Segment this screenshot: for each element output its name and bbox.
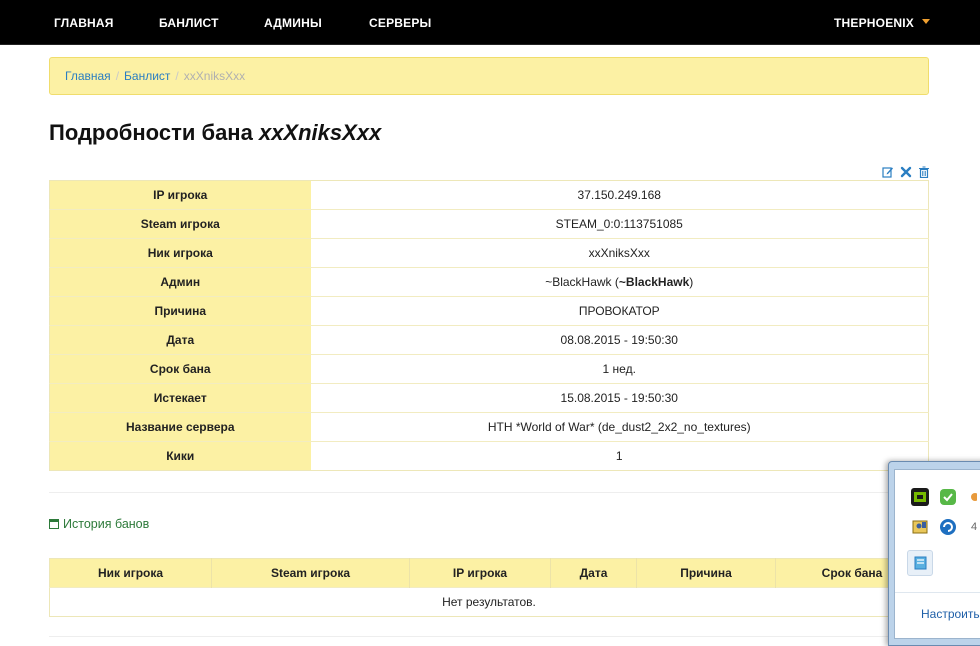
tray-customize-link[interactable]: Настроить... xyxy=(921,607,980,621)
user-name: THEPHOENIX xyxy=(834,16,915,30)
admin-name-bold: ~BlackHawk xyxy=(618,275,690,289)
ban-actions xyxy=(882,166,930,180)
calendar-icon xyxy=(49,519,59,529)
label-nick: Ник игрока xyxy=(49,238,311,268)
value-date: 08.08.2015 - 19:50:30 xyxy=(310,325,929,355)
page-title: Подробности бана xxXniksXxx xyxy=(49,120,381,146)
nav-admins[interactable]: АДМИНЫ xyxy=(264,0,322,45)
column-date[interactable]: Дата xyxy=(550,558,637,588)
notes-icon[interactable] xyxy=(907,550,933,576)
page-title-name: xxXniksXxx xyxy=(258,120,382,145)
page-title-prefix: Подробности бана xyxy=(49,120,253,145)
value-ip: 37.150.249.168 xyxy=(577,188,661,202)
user-card-icon[interactable] xyxy=(911,518,929,536)
caret-down-icon xyxy=(922,19,931,25)
refresh-icon[interactable] xyxy=(939,518,957,536)
column-nick[interactable]: Ник игрока xyxy=(49,558,212,588)
value-server: HTH *World of War* (de_dust2_2x2_no_text… xyxy=(310,412,929,442)
value-duration: 1 нед. xyxy=(310,354,929,384)
breadcrumb-current: xxXniksXxx xyxy=(183,69,246,83)
system-tray-popup: 4 Настроить... xyxy=(888,461,980,646)
ban-history-table: Ник игрока Steam игрока IP игрока Дата П… xyxy=(49,558,929,617)
nav-servers[interactable]: СЕРВЕРЫ xyxy=(369,0,432,45)
table-row: Кики 1 xyxy=(49,441,929,471)
table-row: Название сервера HTH *World of War* (de_d… xyxy=(49,412,929,442)
user-menu[interactable]: THEPHOENIX xyxy=(834,0,931,45)
table-row: Дата 08.08.2015 - 19:50:30 xyxy=(49,325,929,355)
value-steam: STEAM_0:0:113751085 xyxy=(310,209,929,239)
delete-icon[interactable] xyxy=(918,166,930,179)
tray-divider xyxy=(895,592,980,593)
table-header-row: Ник игрока Steam игрока IP игрока Дата П… xyxy=(49,558,929,588)
admin-name: ~BlackHawk ( xyxy=(545,275,619,289)
label-date: Дата xyxy=(49,325,311,355)
divider xyxy=(49,492,929,493)
ban-details-table: IP игрока 37.150.249.168 Steam игрока STEA… xyxy=(49,180,929,471)
nav-banlist[interactable]: БАНЛИСТ xyxy=(159,0,219,45)
label-duration: Срок бана xyxy=(49,354,311,384)
label-reason: Причина xyxy=(49,296,311,326)
shield-check-icon[interactable] xyxy=(939,488,957,506)
ban-history-label: История банов xyxy=(63,517,150,531)
app-icon[interactable] xyxy=(967,488,979,506)
table-row: Срок бана 1 нед. xyxy=(49,354,929,384)
ban-history-heading: История банов xyxy=(49,517,149,531)
table-row: Нет результатов. xyxy=(49,587,929,617)
label-admin: Админ xyxy=(49,267,311,297)
label-kicks: Кики xyxy=(49,441,311,471)
label-steam: Steam игрока xyxy=(49,209,311,239)
value-nick: xxXniksXxx xyxy=(310,238,929,268)
table-row: Steam игрока STEAM_0:0:113751085 xyxy=(49,209,929,239)
label-server: Название сервера xyxy=(49,412,311,442)
table-row: Истекает 15.08.2015 - 19:50:30 xyxy=(49,383,929,413)
value-expires: 15.08.2015 - 19:50:30 xyxy=(310,383,929,413)
label-expires: Истекает xyxy=(49,383,311,413)
breadcrumb-separator: / xyxy=(115,69,120,83)
table-row: Причина ПРОВОКАТОР xyxy=(49,296,929,326)
breadcrumb-separator: / xyxy=(175,69,179,83)
tray-icons-panel: 4 Настроить... xyxy=(894,469,980,639)
column-reason[interactable]: Причина xyxy=(636,558,776,588)
column-steam[interactable]: Steam игрока xyxy=(211,558,410,588)
unban-icon[interactable] xyxy=(900,166,912,178)
breadcrumb: Главная / Банлист / xxXniksXxx xyxy=(49,57,929,95)
value-kicks: 1 xyxy=(310,441,929,471)
value-reason: ПРОВОКАТОР xyxy=(310,296,929,326)
nvidia-icon[interactable] xyxy=(911,488,929,506)
column-ip[interactable]: IP игрока xyxy=(409,558,551,588)
tray-count: 4 xyxy=(971,521,978,533)
label-ip: IP игрока xyxy=(49,180,311,210)
table-row: Админ ~BlackHawk (~BlackHawk) xyxy=(49,267,929,297)
divider xyxy=(49,636,929,637)
table-row: IP игрока 37.150.249.168 xyxy=(49,180,929,210)
table-row: Ник игрока xxXniksXxx xyxy=(49,238,929,268)
admin-suffix: ) xyxy=(689,275,694,289)
top-navbar: ГЛАВНАЯ БАНЛИСТ АДМИНЫ СЕРВЕРЫ THEPHOENI… xyxy=(0,0,980,45)
empty-results: Нет результатов. xyxy=(49,587,929,617)
value-admin: ~BlackHawk (~BlackHawk) xyxy=(310,267,929,297)
breadcrumb-home[interactable]: Главная xyxy=(65,69,111,83)
nav-home[interactable]: ГЛАВНАЯ xyxy=(54,0,114,45)
edit-icon[interactable] xyxy=(882,166,894,178)
breadcrumb-banlist[interactable]: Банлист xyxy=(124,69,170,83)
